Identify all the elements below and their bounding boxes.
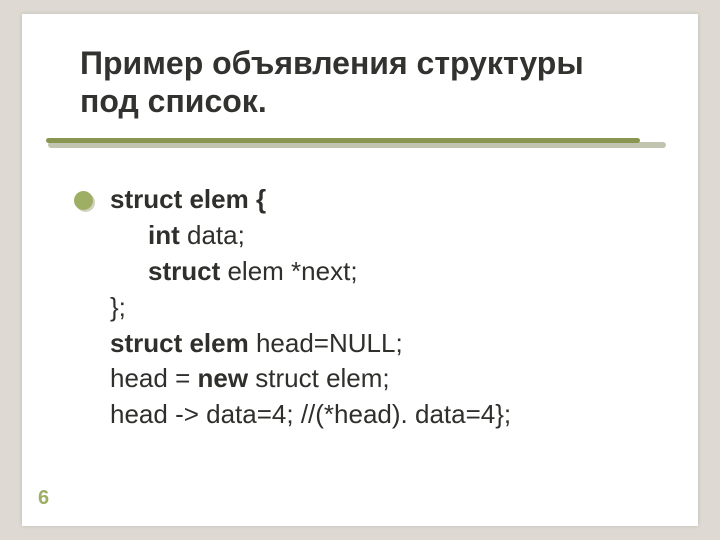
slide: Пример объявления структуры под список. … xyxy=(22,14,698,526)
code-l7: head -> data=4; //(*head). data=4}; xyxy=(110,399,511,429)
title-line-2: под список. xyxy=(80,82,640,120)
code-l4: }; xyxy=(110,292,126,322)
code-l5-rest: head=NULL; xyxy=(249,328,403,358)
code-line-6: head = new struct elem; xyxy=(110,361,670,397)
kw-int: int xyxy=(148,220,180,250)
divider xyxy=(22,142,698,143)
kw-struct-elem-open: struct elem { xyxy=(110,184,266,214)
code-line-5: struct elem head=NULL; xyxy=(110,326,670,362)
code-line-1: struct elem { xyxy=(110,182,670,218)
code-l3-rest: elem *next; xyxy=(220,256,357,286)
title-line-1: Пример объявления структуры xyxy=(80,44,640,82)
slide-title: Пример объявления структуры под список. xyxy=(80,44,640,121)
kw-struct: struct xyxy=(148,256,220,286)
code-l6-a: head = xyxy=(110,363,197,393)
code-line-3: struct elem *next; xyxy=(110,254,670,290)
code-block: struct elem { int data; struct elem *nex… xyxy=(110,182,670,433)
divider-line xyxy=(46,138,640,143)
code-line-4: }; xyxy=(110,290,670,326)
kw-struct-elem-decl: struct elem xyxy=(110,328,249,358)
code-line-2: int data; xyxy=(110,218,670,254)
code-l6-b: struct elem; xyxy=(248,363,390,393)
kw-new: new xyxy=(197,363,248,393)
code-l2-rest: data; xyxy=(180,220,245,250)
bullet-icon xyxy=(74,191,93,210)
page-number: 6 xyxy=(38,487,49,510)
code-line-7: head -> data=4; //(*head). data=4}; xyxy=(110,397,670,433)
